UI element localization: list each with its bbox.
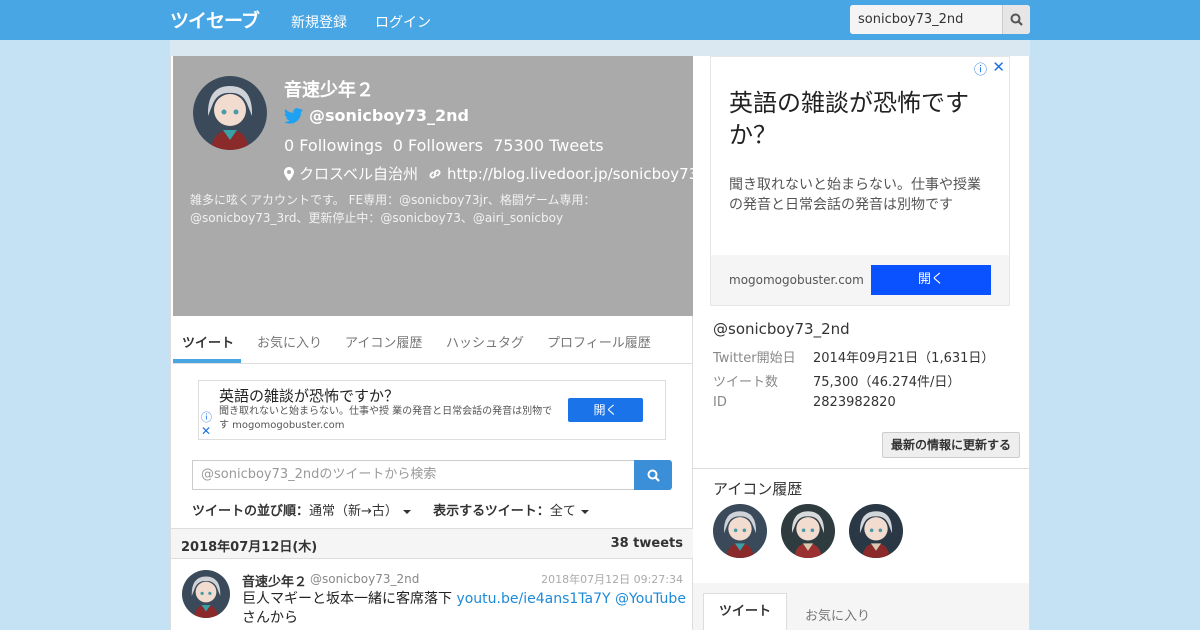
tweet-search: @sonicboy73_2ndのツイートから検索 <box>192 460 672 490</box>
profile-location: クロスベル自治州 <box>299 165 418 183</box>
update-info-button[interactable]: 最新の情報に更新する <box>882 432 1020 458</box>
ad-large-title: 英語の雑談が恐怖ですか？ <box>729 89 969 149</box>
tweet-filter-value: 全て <box>549 504 576 519</box>
site-logo[interactable]: ツイセーブ <box>170 6 260 33</box>
tweet-text: 巨人マギーと坂本一緒に客席落下 youtu.be/ie4ans1Ta7Y @Yo… <box>242 590 686 628</box>
profile-url-link[interactable]: http://blog.livedoor.jp/sonicboy73 <box>447 165 698 183</box>
ad-small-title: 英語の雑談が恐怖ですか？ <box>219 387 400 405</box>
top-search <box>850 5 1030 34</box>
link-icon <box>429 169 441 178</box>
sort-order-dropdown[interactable]: ツイートの並び順：通常（新→古） <box>192 504 411 519</box>
tweet-search-input[interactable]: @sonicboy73_2ndのツイートから検索 <box>192 460 635 490</box>
tweet-text-prefix: 巨人マギーと坂本一緒に客席落下 <box>242 591 457 607</box>
info-value: 2823982820 <box>813 395 896 410</box>
tweet-youtube-link[interactable]: youtu.be/ie4ans1Ta7Y <box>456 591 610 607</box>
map-marker-icon <box>284 166 294 181</box>
info-key: ツイート数 <box>713 375 779 390</box>
day-tweet-count: 38 tweets <box>610 536 683 551</box>
tweet-filter-dropdown[interactable]: 表示するツイート：全て <box>433 504 589 519</box>
ad-large-domain: mogomogobuster.com <box>729 273 864 287</box>
ad-close-icon[interactable]: ✕ <box>201 424 211 438</box>
info-value: 2014年09月21日（1,631日） <box>813 351 995 366</box>
info-handle: @sonicboy73_2nd <box>713 320 850 338</box>
chevron-down-icon <box>580 509 589 514</box>
ad-info-icon[interactable]: ⓘ <box>201 409 212 425</box>
right-tabs: ツイート お気に入り <box>693 583 1029 630</box>
profile-meta: クロスベル自治州 http://blog.livedoor.jp/sonicbo… <box>284 163 698 184</box>
tweet-author-handle[interactable]: @sonicboy73_2nd <box>310 572 419 586</box>
tab-hashtags[interactable]: ハッシュタグ <box>446 332 524 351</box>
info-row-start-date: Twitter開始日 2014年09月21日（1,631日） <box>713 347 994 366</box>
info-key: ID <box>713 395 727 410</box>
right-column: ⓘ ✕ 英語の雑談が恐怖ですか？ 聞き取れないと始まらない。仕事や授業の発音と日… <box>693 56 1029 630</box>
tweet-timestamp[interactable]: 2018年07月12日 09:27:34 <box>541 571 683 587</box>
search-icon <box>647 469 660 482</box>
left-column: 音速少年２ @sonicboy73_2nd 0 Followings 0 Fol… <box>171 56 698 630</box>
right-tab-tweets[interactable]: ツイート <box>703 593 787 630</box>
profile-name: 音速少年２ <box>284 80 374 101</box>
ad-banner-small[interactable]: ⓘ ✕ 英語の雑談が恐怖ですか？ 聞き取れないと始まらない。仕事や授 業の発音と… <box>198 380 666 440</box>
tweet-filter-label: 表示するツイート： <box>433 504 550 519</box>
main-container: 音速少年２ @sonicboy73_2nd 0 Followings 0 Fol… <box>170 56 1030 630</box>
day-date: 2018年07月12日(木) <box>181 540 318 555</box>
tweets-label: Tweets <box>549 136 604 155</box>
profile-handle: @sonicboy73_2nd <box>284 106 469 125</box>
nav-register-link[interactable]: 新規登録 <box>291 12 347 32</box>
tab-icon-history[interactable]: アイコン履歴 <box>345 332 422 351</box>
followers-label: Followers <box>408 136 483 155</box>
profile-handle-text: @sonicboy73_2nd <box>309 106 469 125</box>
tweet-text-suffix: さんから <box>242 610 298 626</box>
info-row-id: ID 2823982820 <box>713 395 896 410</box>
tweets-count: 75300 <box>493 136 545 155</box>
tab-profile-history[interactable]: プロフィール履歴 <box>547 332 651 351</box>
ad-large-desc: 聞き取れないと始まらない。仕事や授業の発音と日常会話の発音は別物です <box>729 177 981 213</box>
divider <box>693 468 1029 469</box>
followers-count: 0 <box>392 136 403 155</box>
chevron-down-icon <box>402 509 411 514</box>
info-key: Twitter開始日 <box>713 351 796 366</box>
ad-small-desc: 聞き取れないと始まらない。仕事や授 業の発音と日常会話の発音は別物です mogo… <box>219 406 553 431</box>
icon-history-avatar[interactable] <box>781 504 835 558</box>
profile-tabs: ツイート お気に入り アイコン履歴 ハッシュタグ プロフィール履歴 <box>173 316 693 364</box>
tweet-mention-link[interactable]: @YouTube <box>615 591 686 607</box>
icon-history-avatar[interactable] <box>713 504 767 558</box>
right-tab-favorites[interactable]: お気に入り <box>805 605 870 624</box>
sort-order-value: 通常（新→古） <box>309 504 398 519</box>
profile-header: 音速少年２ @sonicboy73_2nd 0 Followings 0 Fol… <box>173 56 698 316</box>
icon-history-avatar[interactable] <box>849 504 903 558</box>
icon-history-title: アイコン履歴 <box>713 480 803 498</box>
ad-large-footer: mogomogobuster.com 開く <box>711 255 1009 305</box>
top-spacer-bar <box>170 40 1030 56</box>
profile-avatar[interactable] <box>193 76 267 150</box>
ad-close-icon[interactable]: ✕ <box>992 58 1005 76</box>
active-tab-indicator <box>173 359 241 363</box>
info-row-tweet-count: ツイート数 75,300（46.274件/日） <box>713 371 960 390</box>
ad-info-icon[interactable]: ⓘ <box>974 59 987 78</box>
followings-count: 0 <box>284 136 295 155</box>
profile-bio: 雑多に呟くアカウントです。 FE専用：@sonicboy73jr、格闘ゲーム専用… <box>190 193 596 225</box>
sort-controls: ツイートの並び順：通常（新→古） 表示するツイート：全て <box>192 500 589 519</box>
tweet-avatar[interactable] <box>182 570 230 618</box>
nav-login-link[interactable]: ログイン <box>375 12 431 32</box>
tab-favorites[interactable]: お気に入り <box>257 332 322 351</box>
search-icon <box>1010 13 1023 26</box>
ad-banner-large[interactable]: ⓘ ✕ 英語の雑談が恐怖ですか？ 聞き取れないと始まらない。仕事や授業の発音と日… <box>710 56 1010 306</box>
tab-tweets[interactable]: ツイート <box>182 332 234 351</box>
ad-small-open-button[interactable]: 開く <box>568 398 643 422</box>
twitter-bird-icon <box>284 107 303 124</box>
tweet-search-button[interactable] <box>634 460 672 490</box>
ad-large-open-button[interactable]: 開く <box>871 265 991 295</box>
top-search-input[interactable] <box>850 5 1002 34</box>
top-search-button[interactable] <box>1002 5 1030 34</box>
followings-label: Followings <box>299 136 383 155</box>
tweet-item: 音速少年２ @sonicboy73_2nd 2018年07月12日 09:27:… <box>171 559 693 630</box>
profile-stats: 0 Followings 0 Followers 75300 Tweets <box>284 136 604 155</box>
info-value: 75,300（46.274件/日） <box>813 375 961 390</box>
sort-order-label: ツイートの並び順： <box>192 504 310 519</box>
day-header: 2018年07月12日(木) 38 tweets <box>171 528 693 559</box>
tweet-author-name[interactable]: 音速少年２ <box>242 571 307 590</box>
top-nav: ツイセーブ 新規登録 ログイン <box>0 0 1200 40</box>
